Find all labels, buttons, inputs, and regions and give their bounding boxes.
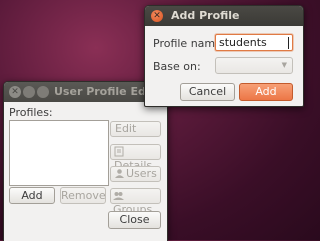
close-button-label: Close: [119, 213, 150, 226]
maximize-icon[interactable]: [37, 86, 49, 98]
chevron-down-icon: ▼: [281, 61, 287, 69]
add-profile-button[interactable]: Add: [9, 187, 55, 204]
cancel-button-label: Cancel: [188, 85, 227, 98]
details-button[interactable]: Details: [110, 144, 161, 172]
profiles-list[interactable]: [9, 120, 109, 186]
dialog-title: Add Profile: [171, 9, 240, 22]
add-profile-button-label: Add: [21, 189, 43, 202]
minimize-icon[interactable]: [23, 86, 35, 98]
add-button[interactable]: Add: [239, 83, 293, 101]
profile-name-value: students: [219, 36, 267, 49]
users-icon: [115, 169, 124, 178]
cancel-button[interactable]: Cancel: [180, 83, 235, 101]
profile-name-field[interactable]: students: [215, 34, 293, 51]
groups-button[interactable]: Groups: [110, 188, 161, 216]
users-button-label: Users: [126, 167, 157, 180]
close-icon[interactable]: ✕: [9, 86, 21, 98]
groups-icon: [113, 192, 124, 200]
close-button[interactable]: Close: [108, 211, 161, 229]
remove-profile-button[interactable]: Remove: [60, 187, 106, 204]
base-on-label: Base on:: [153, 60, 201, 73]
add-profile-dialog: ✕ Add Profile Profile name: students Bas…: [144, 5, 304, 107]
remove-profile-button-label: Remove: [61, 189, 106, 202]
details-icon: [114, 146, 124, 157]
edit-button-label: Edit: [115, 122, 137, 135]
close-icon[interactable]: ✕: [151, 10, 163, 22]
editor-titlebar[interactable]: ✕ User Profile Editor: [4, 82, 168, 102]
dialog-titlebar[interactable]: ✕ Add Profile: [145, 6, 303, 26]
add-button-label: Add: [255, 85, 277, 98]
profiles-label: Profiles:: [9, 106, 53, 119]
users-button[interactable]: Users: [110, 166, 161, 182]
text-cursor: [288, 37, 289, 49]
base-on-dropdown[interactable]: ▼: [215, 57, 293, 74]
edit-button[interactable]: Edit: [110, 121, 161, 137]
